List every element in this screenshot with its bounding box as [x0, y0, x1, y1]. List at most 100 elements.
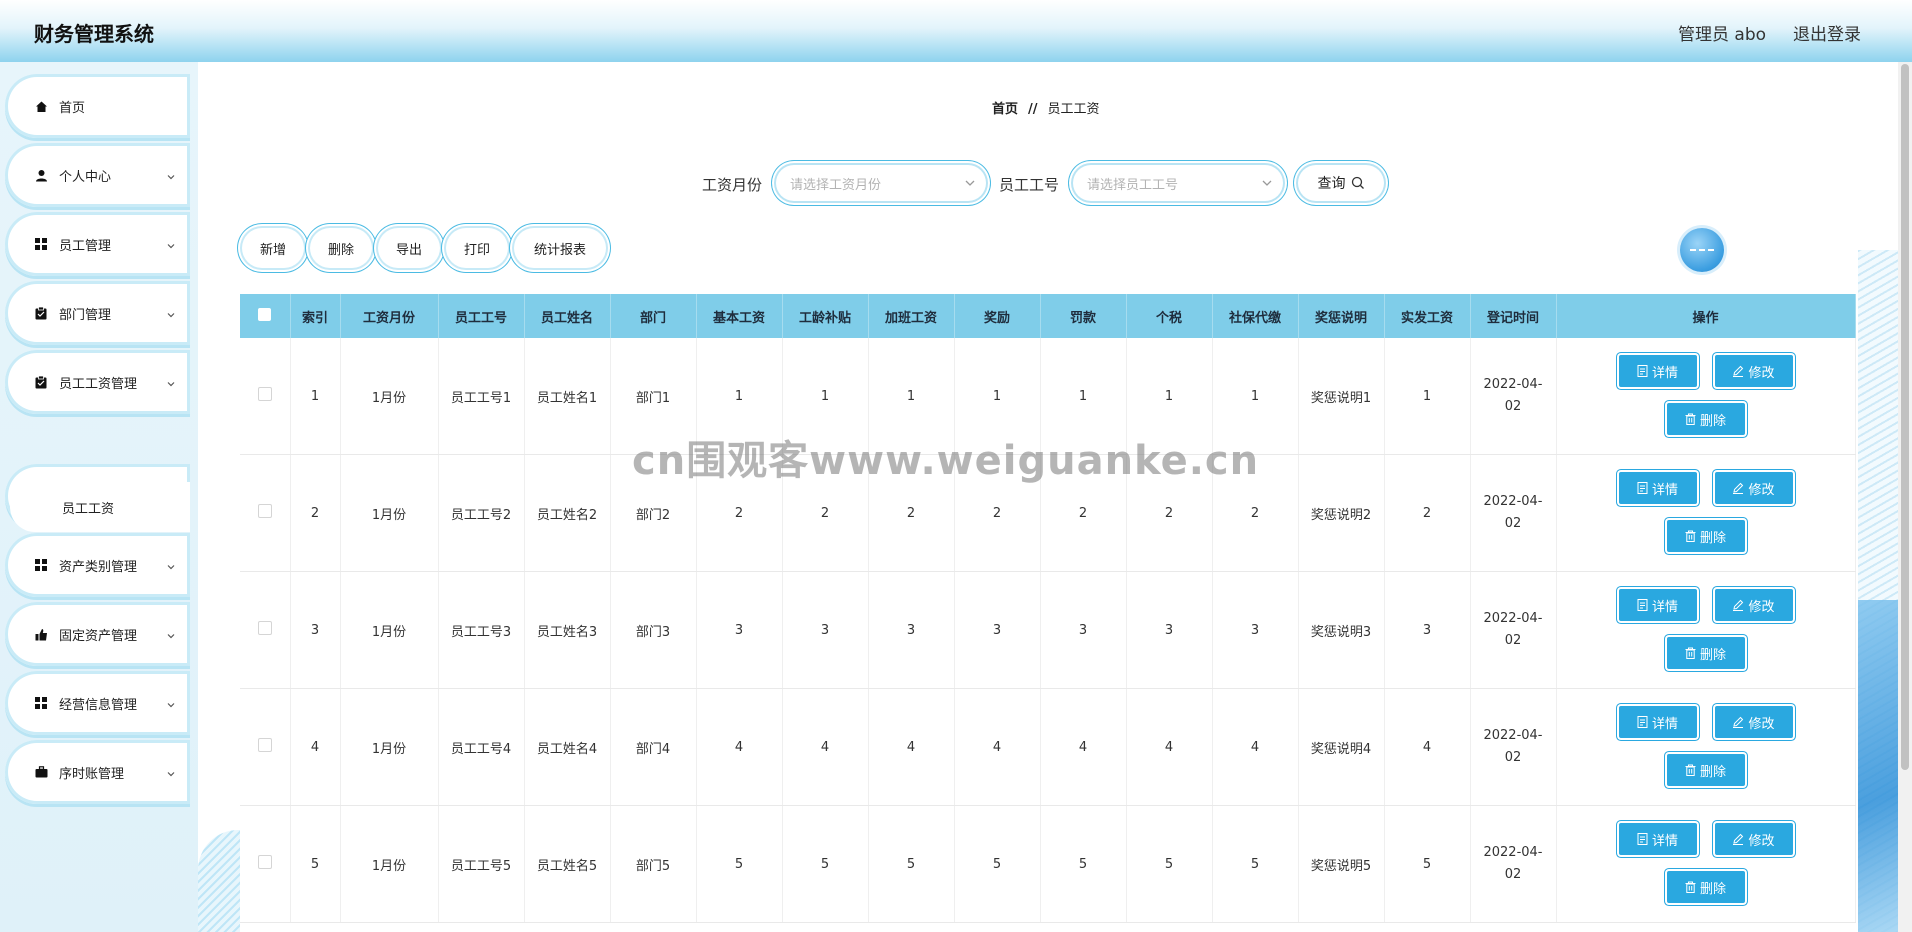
detail-button-label: 详情: [1651, 833, 1678, 849]
table-cell: 1月份: [340, 805, 439, 923]
row-checkbox[interactable]: [257, 504, 272, 518]
logout-link[interactable]: 退出登录: [1793, 20, 1861, 45]
column-header: 奖惩说明: [1298, 294, 1385, 338]
breadcrumb-current: 员工工资: [1047, 102, 1100, 117]
edit-button[interactable]: 修改: [1714, 472, 1793, 504]
print-button[interactable]: 打印: [446, 228, 508, 268]
table-cell: 4: [1126, 688, 1213, 806]
delete-button-label: 删除: [1699, 647, 1726, 663]
document-icon: [1637, 599, 1652, 611]
actions-wrap: 详情 修改删除: [1557, 806, 1855, 922]
detail-button[interactable]: 详情: [1618, 472, 1697, 504]
detail-button-label: 详情: [1651, 599, 1678, 615]
table-cell: 奖惩说明4: [1298, 688, 1385, 806]
column-header: 奖励: [954, 294, 1041, 338]
month-select[interactable]: 请选择工资月份: [776, 165, 986, 201]
delete-button[interactable]: 删除: [1666, 637, 1745, 669]
sidebar-item-1[interactable]: 个人中心: [5, 143, 190, 207]
scrollbar-thumb[interactable]: [1901, 64, 1909, 770]
row-select-cell[interactable]: [240, 805, 291, 923]
sidebar-item-9[interactable]: 序时账管理: [5, 740, 190, 804]
chevron-down-icon: [965, 180, 975, 186]
table-cell: 5: [1040, 805, 1127, 923]
row-checkbox[interactable]: [257, 621, 272, 635]
column-header: 工龄补贴: [782, 294, 869, 338]
column-header: 罚款: [1040, 294, 1127, 338]
document-icon: [1637, 833, 1652, 845]
delete-button[interactable]: 删除: [1666, 871, 1745, 903]
floating-ball-icon[interactable]: [1680, 228, 1724, 272]
top-bar: 财务管理系统 管理员 abo 退出登录: [0, 0, 1912, 62]
sidebar-item-3[interactable]: 部门管理: [5, 281, 190, 345]
query-button[interactable]: 查询: [1298, 165, 1384, 201]
sidebar-item-8[interactable]: 经营信息管理: [5, 671, 190, 735]
detail-button[interactable]: 详情: [1618, 823, 1697, 855]
employee-id-select[interactable]: 请选择员工工号: [1073, 165, 1283, 201]
report-button[interactable]: 统计报表: [514, 228, 606, 268]
select-all-cell[interactable]: [240, 294, 291, 338]
table-cell: 员工工号3: [438, 571, 525, 689]
row-select-cell[interactable]: [240, 338, 291, 455]
table-cell: 3: [1212, 571, 1299, 689]
edit-button[interactable]: 修改: [1714, 823, 1793, 855]
table-cell: 3: [290, 571, 341, 689]
pencil-icon: [1732, 833, 1748, 845]
query-button-label: 查询: [1317, 176, 1346, 192]
detail-button[interactable]: 详情: [1618, 355, 1697, 387]
row-checkbox[interactable]: [257, 387, 272, 401]
table-header-row: 索引 工资月份 员工工号 员工姓名 部门 基本工资 工龄补贴 加班工资 奖励 罚款 个税 社保代缴 奖惩…: [240, 294, 1856, 338]
row-select-cell[interactable]: [240, 571, 291, 689]
trash-icon: [1685, 413, 1700, 425]
detail-button[interactable]: 详情: [1618, 589, 1697, 621]
actions-cell: 详情 修改删除: [1556, 338, 1856, 455]
row-select-cell[interactable]: [240, 688, 291, 806]
delete-button[interactable]: 删除: [1666, 754, 1745, 786]
briefcase-icon: [33, 764, 49, 780]
batch-delete-button[interactable]: 删除: [310, 228, 372, 268]
sidebar-subitem-salary[interactable]: 员工工资: [10, 482, 190, 532]
sidebar-item-6[interactable]: 资产类别管理: [5, 533, 190, 597]
scrollbar[interactable]: [1898, 62, 1912, 932]
breadcrumb-home[interactable]: 首页: [992, 102, 1018, 117]
table-cell: 1月份: [340, 454, 439, 572]
sidebar-item-2[interactable]: 员工管理: [5, 212, 190, 276]
chevron-down-icon: [166, 626, 176, 645]
table-cell: 2022-04-02: [1470, 571, 1557, 689]
edit-button[interactable]: 修改: [1714, 355, 1793, 387]
pencil-icon: [1732, 365, 1748, 377]
table-cell: 1: [290, 338, 341, 455]
add-button[interactable]: 新增: [242, 228, 304, 268]
edit-button-label: 修改: [1748, 365, 1775, 381]
row-checkbox[interactable]: [257, 855, 272, 869]
sidebar-item-0[interactable]: 首页: [5, 74, 190, 138]
table-cell: 员工姓名2: [524, 454, 611, 572]
table-cell: 3: [868, 571, 955, 689]
table-cell: 5: [954, 805, 1041, 923]
table-cell: 2: [1384, 454, 1471, 572]
edit-button-label: 修改: [1748, 599, 1775, 615]
row-checkbox[interactable]: [257, 738, 272, 752]
grid-icon: [33, 695, 49, 711]
table-cell: 1月份: [340, 338, 439, 455]
sidebar-item-label: 个人中心: [59, 169, 112, 185]
delete-button[interactable]: 删除: [1666, 403, 1745, 435]
row-select-cell[interactable]: [240, 454, 291, 572]
watermark: cn围观客www.weiguanke.cn: [632, 438, 1260, 484]
chevron-down-icon: [166, 305, 176, 324]
sidebar-item-7[interactable]: 固定资产管理: [5, 602, 190, 666]
edit-button-label: 修改: [1748, 833, 1775, 849]
detail-button[interactable]: 详情: [1618, 706, 1697, 738]
delete-button[interactable]: 删除: [1666, 520, 1745, 552]
thumb-icon: [33, 626, 49, 642]
table-cell: 4: [782, 688, 869, 806]
sidebar-item-4[interactable]: 员工工资管理: [5, 350, 190, 414]
employee-id-select-placeholder: 请选择员工工号: [1087, 177, 1179, 193]
table-cell: 1月份: [340, 688, 439, 806]
select-all-checkbox[interactable]: [258, 307, 272, 321]
edit-button[interactable]: 修改: [1714, 706, 1793, 738]
export-button[interactable]: 导出: [378, 228, 440, 268]
edit-button[interactable]: 修改: [1714, 589, 1793, 621]
table-cell: 4: [868, 688, 955, 806]
table-cell: 3: [954, 571, 1041, 689]
search-icon: [1351, 176, 1364, 189]
